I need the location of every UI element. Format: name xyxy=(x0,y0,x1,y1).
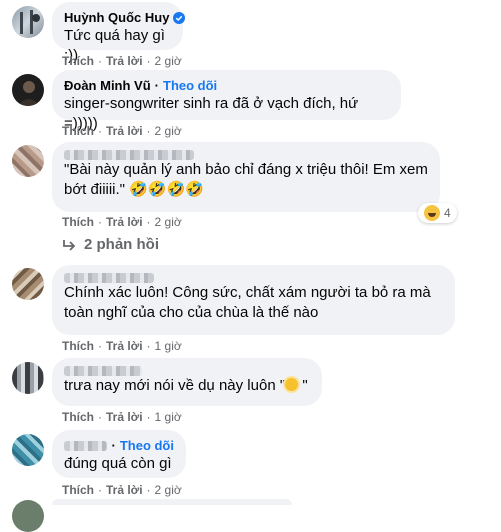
like-button[interactable]: Thích xyxy=(62,54,94,68)
avatar[interactable] xyxy=(12,6,44,38)
comment-actions: Thích · Trả lời · 2 giờ xyxy=(62,54,182,68)
comment-text: "Bài này quản lý anh bảo chỉ đáng x triệ… xyxy=(64,161,428,198)
comment-text-part: trưa nay mới nói về dụ này luôn " xyxy=(64,377,286,394)
reaction-summary[interactable]: 4 xyxy=(418,203,457,223)
comment-bubble: Chính xác luôn! Công sức, chất xám người… xyxy=(52,265,455,335)
follow-link[interactable]: Theo dõi xyxy=(163,78,217,94)
verified-badge-icon xyxy=(173,12,186,24)
avatar[interactable] xyxy=(12,362,44,394)
redacted-author-name xyxy=(64,441,108,451)
timestamp[interactable]: 1 giờ xyxy=(155,410,182,424)
like-button[interactable]: Thích xyxy=(62,215,94,229)
like-button[interactable]: Thích xyxy=(62,124,94,138)
separator: · xyxy=(98,483,102,497)
author-line: Huỳnh Quốc Huy xyxy=(64,10,186,26)
separator: · xyxy=(98,410,102,424)
author-line xyxy=(64,150,428,160)
view-replies-link[interactable]: 2 phản hồi xyxy=(62,236,159,253)
reply-arrow-icon xyxy=(63,239,76,251)
separator: · xyxy=(146,483,151,497)
separator: · xyxy=(111,438,116,453)
avatar-photo-icon xyxy=(20,10,40,34)
comment-text: trưa nay mới nói về dụ này luôn " " xyxy=(64,376,310,396)
author-line: Đoàn Minh Vũ · Theo dõi xyxy=(64,78,389,94)
separator: · xyxy=(98,215,102,229)
reaction-count: 4 xyxy=(444,206,451,220)
author-name[interactable]: Huỳnh Quốc Huy xyxy=(64,10,169,26)
separator: · xyxy=(146,124,151,138)
author-name[interactable]: Đoàn Minh Vũ xyxy=(64,78,151,94)
replies-count: 2 phản hồi xyxy=(84,236,159,253)
comment-actions: Thích · Trả lời · 2 giờ xyxy=(62,215,182,229)
timestamp[interactable]: 2 giờ xyxy=(155,54,182,68)
separator: · xyxy=(98,339,102,353)
separator: · xyxy=(146,339,151,353)
comment-bubble: · Theo dõi đúng quá còn gì xyxy=(52,430,186,478)
reply-button[interactable]: Trả lời xyxy=(106,339,143,353)
separator: · xyxy=(154,78,160,93)
author-line: · Theo dõi xyxy=(64,438,174,454)
comment-actions: Thích · Trả lời · 2 giờ xyxy=(62,483,182,497)
avatar[interactable] xyxy=(12,268,44,300)
follow-link[interactable]: Theo dõi xyxy=(120,438,174,454)
reply-button[interactable]: Trả lời xyxy=(106,54,143,68)
comment-actions: Thích · Trả lời · 2 giờ xyxy=(62,124,182,138)
author-line xyxy=(64,366,310,376)
redacted-author-name xyxy=(64,150,194,160)
comment-bubble xyxy=(52,499,292,505)
timestamp[interactable]: 2 giờ xyxy=(155,215,182,229)
timestamp[interactable]: 1 giờ xyxy=(155,339,182,353)
reply-button[interactable]: Trả lời xyxy=(106,410,143,424)
avatar-photo-icon xyxy=(18,81,40,106)
like-button[interactable]: Thích xyxy=(62,339,94,353)
separator: · xyxy=(98,54,102,68)
comment-text: Chính xác luôn! Công sức, chất xám người… xyxy=(64,284,431,321)
avatar[interactable] xyxy=(12,74,44,106)
separator: · xyxy=(146,410,151,424)
comment-actions: Thích · Trả lời · 1 giờ xyxy=(62,410,182,424)
redacted-author-name xyxy=(64,273,154,283)
redacted-author-name xyxy=(64,366,142,376)
avatar[interactable] xyxy=(12,145,44,177)
separator: · xyxy=(146,215,151,229)
comment-bubble: "Bài này quản lý anh bảo chỉ đáng x triệ… xyxy=(52,142,440,212)
avatar[interactable] xyxy=(12,434,44,466)
sun-emoji-icon xyxy=(285,378,299,391)
laugh-reaction-icon xyxy=(424,205,440,221)
like-button[interactable]: Thích xyxy=(62,483,94,497)
comment-bubble: trưa nay mới nói về dụ này luôn " " xyxy=(52,358,322,406)
comment-bubble: Huỳnh Quốc Huy Tức quá hay gì :)) xyxy=(52,2,186,64)
separator: · xyxy=(146,54,151,68)
comment-text: đúng quá còn gì xyxy=(64,455,172,472)
separator: · xyxy=(98,124,102,138)
comment-bubble: Đoàn Minh Vũ · Theo dõi singer-songwrite… xyxy=(52,70,401,132)
comment-actions: Thích · Trả lời · 1 giờ xyxy=(62,339,182,353)
reply-button[interactable]: Trả lời xyxy=(106,215,143,229)
timestamp[interactable]: 2 giờ xyxy=(155,124,182,138)
reply-button[interactable]: Trả lời xyxy=(106,124,143,138)
comment-text-part: " xyxy=(298,377,308,394)
timestamp[interactable]: 2 giờ xyxy=(155,483,182,497)
reply-button[interactable]: Trả lời xyxy=(106,483,143,497)
author-line xyxy=(64,273,443,283)
like-button[interactable]: Thích xyxy=(62,410,94,424)
